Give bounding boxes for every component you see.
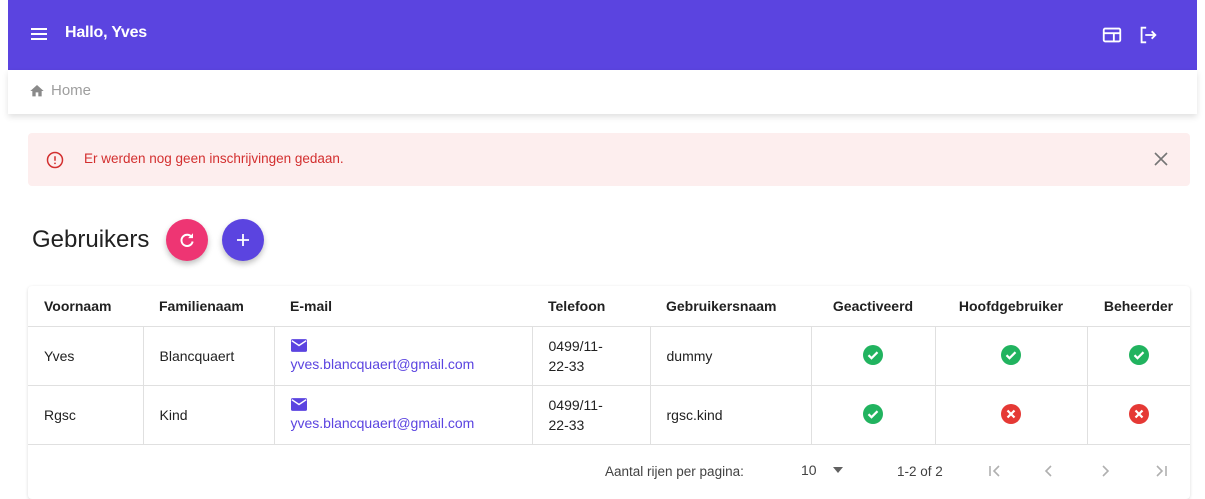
app-bar-title: Hallo, Yves — [65, 24, 148, 41]
app-bar: Hallo, Yves — [8, 0, 1197, 70]
column-header-gebruikersnaam[interactable]: Gebruikersnaam — [650, 286, 811, 327]
home-icon — [30, 84, 44, 96]
previous-page-icon[interactable] — [1040, 462, 1058, 480]
cancel-circle-icon — [1001, 403, 1021, 427]
window-layout-icon[interactable] — [1101, 24, 1123, 46]
mail-icon[interactable] — [290, 339, 307, 352]
table-header-row: Voornaam Familienaam E-mail Telefoon Geb… — [28, 286, 1190, 327]
column-header-hoofdgebruiker[interactable]: Hoofdgebruiker — [935, 286, 1087, 327]
page-title: Gebruikers — [32, 226, 150, 253]
cell-familienaam: Blancquaert — [143, 326, 275, 386]
add-user-button[interactable] — [222, 219, 264, 261]
first-page-icon[interactable] — [986, 462, 1004, 480]
cell-email: yves.blancquaert@gmail.com — [274, 385, 533, 445]
email-link[interactable]: yves.blancquaert@gmail.com — [291, 414, 532, 432]
users-table: Voornaam Familienaam E-mail Telefoon Geb… — [28, 286, 1190, 445]
column-header-geactiveerd[interactable]: Geactiveerd — [811, 286, 935, 327]
next-page-icon[interactable] — [1096, 462, 1114, 480]
cell-telefoon: 0499/11- 22-33 — [532, 326, 651, 386]
table-pagination: Aantal rijen per pagina: 10 1-2 of 2 — [28, 446, 1190, 498]
cell-beheerder — [1087, 385, 1190, 445]
rows-per-page-select[interactable]: 10 — [801, 462, 843, 478]
cell-hoofdgebruiker — [935, 326, 1088, 386]
check-circle-icon — [863, 344, 883, 368]
cell-geactiveerd — [811, 326, 936, 386]
cell-telefoon: 0499/11- 22-33 — [532, 385, 651, 445]
pagination-range: 1-2 of 2 — [897, 464, 943, 479]
cell-hoofdgebruiker — [935, 385, 1088, 445]
telefoon-line-2: 22-33 — [548, 417, 585, 433]
cell-geactiveerd — [811, 385, 936, 445]
column-header-telefoon[interactable]: Telefoon — [532, 286, 650, 327]
hamburger-menu-icon[interactable] — [31, 25, 47, 45]
table-row[interactable]: Rgsc Kind yves.blancquaert@gmail.com 049… — [28, 385, 1190, 445]
refresh-button[interactable] — [166, 219, 208, 261]
check-circle-icon — [1001, 344, 1021, 368]
column-header-familienaam[interactable]: Familienaam — [143, 286, 274, 327]
close-icon[interactable] — [1154, 152, 1168, 166]
telefoon-line-1: 0499/11- — [548, 338, 603, 354]
rows-per-page-label: Aantal rijen per pagina: — [605, 464, 744, 479]
alert-message: Er werden nog geen inschrijvingen gedaan… — [84, 151, 344, 166]
alert-banner: Er werden nog geen inschrijvingen gedaan… — [28, 133, 1190, 186]
rows-per-page-value: 10 — [801, 462, 817, 478]
column-header-email[interactable]: E-mail — [274, 286, 532, 327]
column-header-voornaam[interactable]: Voornaam — [28, 286, 143, 327]
cell-voornaam: Yves — [28, 326, 144, 386]
cell-gebruikersnaam: rgsc.kind — [650, 385, 812, 445]
breadcrumb-home-label: Home — [51, 82, 92, 99]
check-circle-icon — [863, 403, 883, 427]
cell-voornaam: Rgsc — [28, 385, 144, 445]
column-header-beheerder[interactable]: Beheerder — [1087, 286, 1190, 327]
cell-familienaam: Kind — [143, 385, 275, 445]
mail-icon[interactable] — [290, 398, 307, 411]
telefoon-line-2: 22-33 — [548, 358, 585, 374]
chevron-down-icon — [832, 467, 843, 473]
table-row[interactable]: Yves Blancquaert yves.blancquaert@gmail.… — [28, 326, 1190, 386]
email-link[interactable]: yves.blancquaert@gmail.com — [291, 355, 532, 373]
check-circle-icon — [1128, 344, 1149, 368]
error-circle-icon — [46, 151, 64, 169]
cancel-circle-icon — [1128, 403, 1149, 427]
cell-gebruikersnaam: dummy — [650, 326, 812, 386]
breadcrumb-home[interactable]: Home — [29, 82, 91, 99]
telefoon-line-1: 0499/11- — [548, 397, 603, 413]
logout-icon[interactable] — [1137, 24, 1159, 46]
cell-beheerder — [1087, 326, 1190, 386]
last-page-icon[interactable] — [1152, 462, 1170, 480]
breadcrumb-bar: Home — [8, 70, 1197, 114]
refresh-icon — [180, 233, 194, 247]
plus-icon — [237, 234, 249, 246]
cell-email: yves.blancquaert@gmail.com — [274, 326, 533, 386]
users-table-card: Voornaam Familienaam E-mail Telefoon Geb… — [28, 286, 1190, 499]
